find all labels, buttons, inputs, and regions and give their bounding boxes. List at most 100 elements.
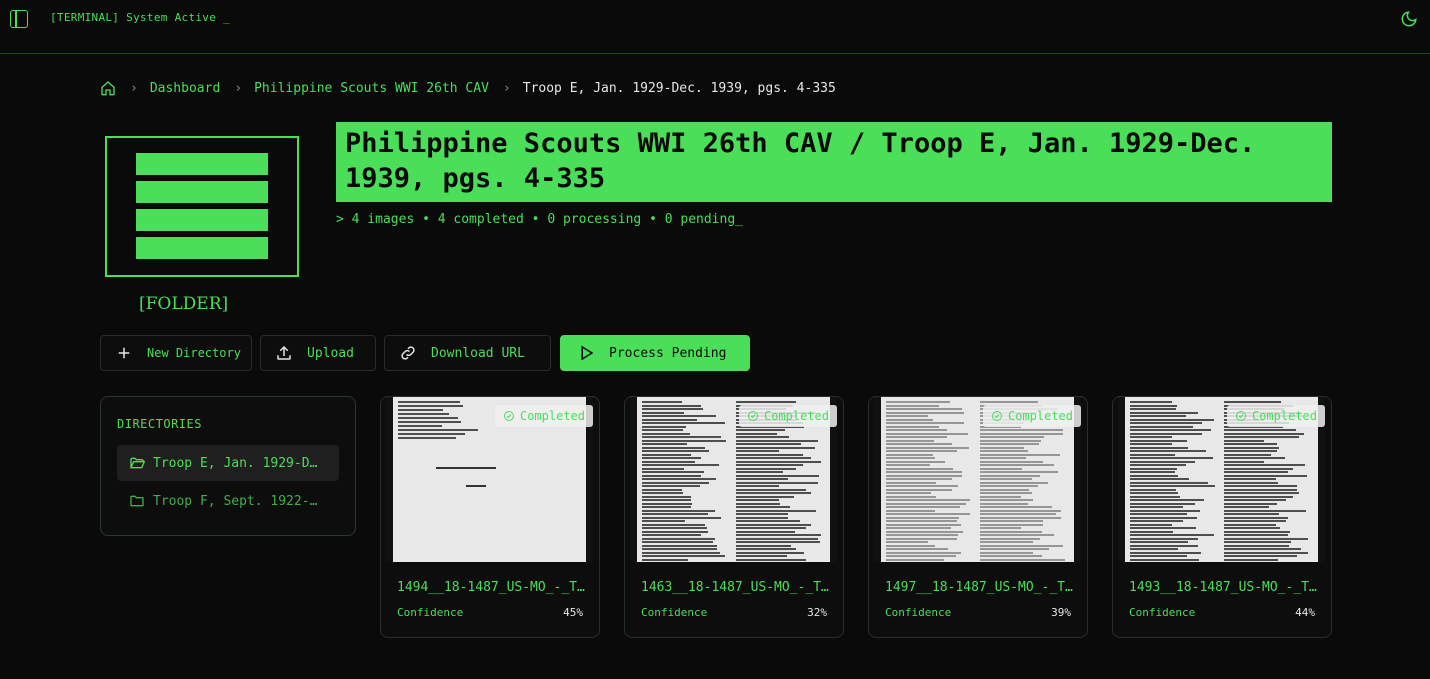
text-line [642,464,720,466]
directory-item-troop-f[interactable]: Troop F, Sept. 1922-Dec. 1939 [117,483,339,519]
text-line [1130,457,1213,459]
text-line [642,523,705,526]
text-line [886,443,952,445]
text-line [1130,534,1215,536]
download-url-button[interactable]: Download URL [384,335,551,371]
text-line [398,433,465,435]
text-line [398,425,442,427]
text-line [1130,467,1178,470]
breadcrumb-dashboard[interactable]: Dashboard [150,81,220,96]
text-line [642,492,684,494]
text-line [642,446,706,449]
text-line [886,495,936,498]
text-line [1224,446,1279,449]
link-icon [401,346,415,360]
text-line [1224,481,1279,484]
check-circle-icon [747,411,758,421]
image-card[interactable]: Completed 1493__18-1487_US-MO_-_Troop_E.… [1112,396,1332,638]
text-line [980,453,1060,456]
text-line [1130,401,1173,403]
breadcrumb-collection[interactable]: Philippine Scouts WWI 26th CAV [254,81,489,96]
text-line [886,478,953,480]
text-line [642,485,701,487]
page-edge [874,397,881,562]
directory-item-label: Troop F, Sept. 1922-Dec. 1939 [153,493,323,509]
text-line [1224,523,1276,526]
text-line [886,453,933,456]
text-line [886,418,933,421]
text-line [980,537,1041,540]
text-line [1224,450,1278,452]
text-line [1130,548,1179,550]
text-line [736,502,780,505]
moon-icon[interactable] [1400,10,1418,28]
text-line [1130,460,1196,463]
text-line [736,453,804,456]
text-line [980,530,1043,533]
text-line [886,429,948,431]
text-line [736,541,821,543]
text-line [1224,471,1289,473]
text-line [1224,401,1281,403]
text-line [1224,464,1305,466]
text-line [1130,425,1193,428]
image-card[interactable]: Completed 1494__18-1487_US-MO_-_Troop_E.… [380,396,600,638]
status-label: Completed [763,409,829,423]
confidence-value: 44% [1295,606,1315,619]
text-line [886,436,947,438]
folder-icon [105,136,299,277]
text-line [886,488,952,491]
text-line [1130,502,1195,505]
text-line [1130,555,1187,557]
status-badge: Completed [738,405,837,427]
text-line [1224,432,1305,435]
text-line [980,436,1045,438]
text-line [1224,558,1278,561]
text-line [736,558,807,561]
text-line [886,474,962,477]
text-line [886,439,935,442]
text-line [980,541,1034,543]
text-line [736,485,780,487]
sidebar-toggle-icon[interactable] [10,10,28,28]
text-line [886,509,936,512]
text-line [736,432,778,435]
text-line [1224,443,1278,445]
text-line [642,439,727,442]
status-badge: Completed [494,405,593,427]
text-line [1130,478,1189,480]
text-line [736,481,818,484]
confidence-value: 39% [1051,606,1071,619]
confidence-label: Confidence [397,606,464,619]
image-card[interactable]: Completed 1463__18-1487_US-MO_-_Troop_E.… [624,396,844,638]
text-line [1224,534,1289,536]
new-directory-button[interactable]: New Directory [100,335,252,371]
text-line [886,506,960,508]
text-line [886,492,931,494]
text-line [736,530,796,533]
image-card[interactable]: Completed 1497__18-1487_US-MO_-_Troop_E.… [868,396,1088,638]
text-line [736,450,780,452]
upload-button[interactable]: Upload [260,335,376,371]
status-badge: Completed [982,405,1081,427]
text-line [980,534,1055,536]
process-pending-button[interactable]: Process Pending [560,335,750,371]
text-line [1130,464,1186,466]
text-line [886,408,962,410]
text-line [980,488,1030,491]
play-icon [581,345,594,361]
text-line [1130,429,1212,431]
text-line [642,443,688,445]
text-line [886,481,936,484]
upload-icon [277,345,291,360]
text-line [736,464,803,466]
image-stats: > 4 images • 4 completed • 0 processing … [336,212,743,227]
directory-item-troop-e[interactable]: Troop E, Jan. 1929-Dec. 1939, pgs. 4-335 [117,445,339,481]
text-line [886,464,930,466]
text-line [642,411,684,414]
text-line [736,495,794,498]
text-line [642,471,704,473]
home-icon[interactable] [100,80,116,96]
text-line [1130,404,1178,407]
download-url-label: Download URL [431,345,525,361]
